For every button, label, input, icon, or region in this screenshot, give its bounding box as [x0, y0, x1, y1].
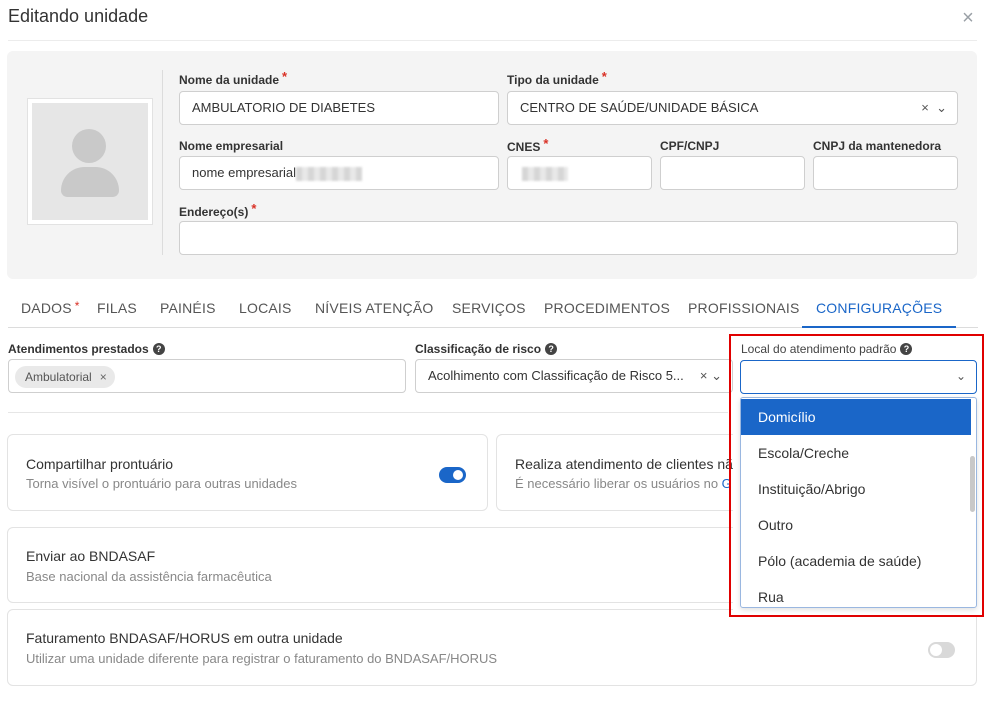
header-divider: [8, 40, 977, 41]
tab-dados[interactable]: DADOS *: [21, 291, 80, 328]
card-realiza: Realiza atendimento de clientes nã É nec…: [496, 434, 756, 511]
nome-unidade-input[interactable]: AMBULATORIO DE DIABETES: [179, 91, 499, 125]
nome-empresarial-input[interactable]: nome empresarial: [179, 156, 499, 190]
nome-empresarial-label: Nome empresarial: [179, 139, 284, 153]
section-divider: [8, 412, 728, 413]
nome-unidade-label: Nome da unidade *: [179, 69, 288, 87]
avatar-body-icon: [61, 167, 119, 197]
option-rua[interactable]: Rua: [741, 579, 971, 607]
tipo-unidade-select[interactable]: CENTRO DE SAÚDE/UNIDADE BÁSICA × ⌄: [507, 91, 958, 125]
cnpj-mantenedora-input[interactable]: [813, 156, 958, 190]
local-padrao-label: Local do atendimento padrão?: [741, 342, 913, 356]
tab-configuracoes[interactable]: CONFIGURAÇÕES: [802, 291, 957, 328]
card-faturamento: Faturamento BNDASAF/HORUS em outra unida…: [7, 609, 977, 686]
clear-icon[interactable]: ×: [921, 100, 929, 115]
card-compartilhar: Compartilhar prontuário Torna visível o …: [7, 434, 488, 511]
cnpj-mantenedora-label: CNPJ da mantenedora: [813, 139, 942, 153]
cnes-label: CNES *: [507, 136, 549, 154]
avatar-head-icon: [72, 129, 106, 163]
enderecos-input[interactable]: [179, 221, 958, 255]
local-padrao-select[interactable]: ⌄: [740, 360, 977, 394]
classificacao-value: Acolhimento com Classificação de Risco 5…: [428, 368, 684, 383]
classificacao-select[interactable]: Acolhimento com Classificação de Risco 5…: [415, 359, 733, 393]
chevron-down-icon[interactable]: ⌄: [711, 368, 722, 383]
atendimentos-label: Atendimentos prestados?: [8, 342, 165, 356]
required-mark: *: [282, 69, 288, 84]
required-mark: *: [251, 201, 257, 216]
atendimento-chip: Ambulatorial ×: [15, 366, 115, 388]
option-instituicao-abrigo[interactable]: Instituição/Abrigo: [741, 471, 971, 507]
compartilhar-desc: Torna visível o prontuário para outras u…: [26, 476, 297, 491]
clear-icon[interactable]: ×: [700, 368, 708, 383]
close-icon[interactable]: ×: [958, 8, 978, 28]
required-mark: *: [601, 69, 607, 84]
tab-profissionais[interactable]: PROFISSIONAIS: [688, 291, 800, 328]
option-outro[interactable]: Outro: [741, 507, 971, 543]
dropdown-scrollbar[interactable]: [970, 456, 975, 512]
redacted-text: [522, 166, 568, 181]
compartilhar-toggle[interactable]: [439, 467, 466, 483]
bndasaf-desc: Base nacional da assistência farmacêutic…: [26, 569, 272, 584]
cpf-cnpj-label: CPF/CNPJ: [660, 139, 720, 153]
realiza-title: Realiza atendimento de clientes nã: [515, 456, 733, 472]
compartilhar-title: Compartilhar prontuário: [26, 456, 174, 472]
chevron-down-icon[interactable]: ⌄: [956, 369, 966, 383]
tab-filas[interactable]: FILAS: [97, 291, 137, 328]
help-icon[interactable]: ?: [900, 343, 913, 355]
nome-empresarial-value: nome empresarial: [192, 165, 297, 180]
faturamento-desc: Utilizar uma unidade diferente para regi…: [26, 651, 498, 666]
unit-photo[interactable]: [27, 98, 153, 225]
faturamento-toggle[interactable]: [928, 642, 955, 658]
tab-locais[interactable]: LOCAIS: [239, 291, 292, 328]
chip-remove-icon[interactable]: ×: [100, 370, 107, 384]
tab-paineis[interactable]: PAINÉIS: [160, 291, 216, 328]
classificacao-label: Classificação de risco?: [415, 342, 558, 356]
modal-title: Editando unidade: [8, 6, 149, 26]
tab-bar: DADOS * FILAS PAINÉIS LOCAIS NÍVEIS ATENÇ…: [8, 291, 978, 328]
avatar-placeholder: [32, 103, 148, 220]
photo-divider: [162, 70, 163, 255]
option-polo[interactable]: Pólo (academia de saúde): [741, 543, 971, 579]
help-icon[interactable]: ?: [152, 343, 165, 355]
atendimentos-select[interactable]: Ambulatorial ×: [8, 359, 406, 393]
redacted-text: [296, 166, 363, 181]
chevron-down-icon[interactable]: ⌄: [936, 100, 947, 115]
option-escola-creche[interactable]: Escola/Creche: [741, 435, 971, 471]
chip-label: Ambulatorial: [25, 370, 92, 384]
cnes-input[interactable]: [507, 156, 652, 190]
tipo-unidade-value: CENTRO DE SAÚDE/UNIDADE BÁSICA: [520, 100, 759, 115]
faturamento-title: Faturamento BNDASAF/HORUS em outra unida…: [26, 630, 343, 646]
realiza-desc: É necessário liberar os usuários no G: [515, 476, 732, 491]
help-icon[interactable]: ?: [545, 343, 558, 355]
tab-niveis-atencao[interactable]: NÍVEIS ATENÇÃO: [315, 291, 433, 328]
tab-servicos[interactable]: SERVIÇOS: [452, 291, 526, 328]
cpf-cnpj-input[interactable]: [660, 156, 805, 190]
required-mark: *: [543, 136, 549, 151]
required-mark: *: [74, 299, 80, 313]
option-domicilio[interactable]: Domicílio: [741, 399, 971, 435]
local-padrao-options: Domicílio Escola/Creche Instituição/Abri…: [740, 397, 977, 608]
bndasaf-title: Enviar ao BNDASAF: [26, 548, 156, 564]
tipo-unidade-label: Tipo da unidade *: [507, 69, 607, 87]
tab-procedimentos[interactable]: PROCEDIMENTOS: [544, 291, 670, 328]
enderecos-label: Endereço(s) *: [179, 201, 257, 219]
